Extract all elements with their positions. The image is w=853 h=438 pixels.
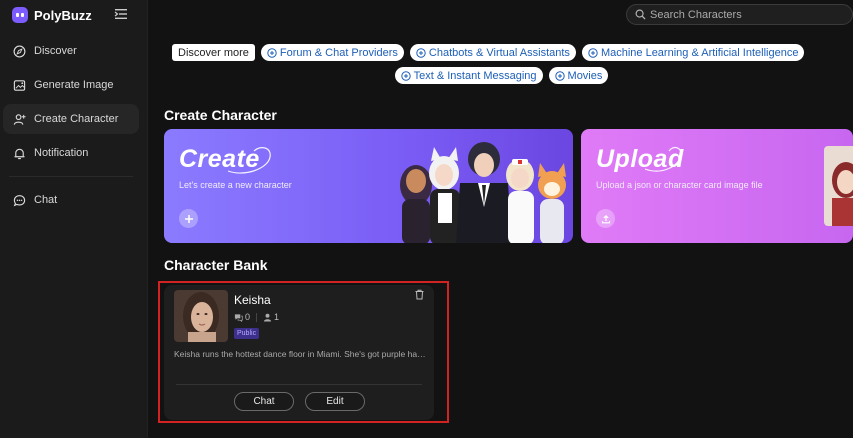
plus-circle-icon: [267, 47, 277, 58]
tag-label: Forum & Chat Providers: [279, 46, 398, 59]
search-input[interactable]: [650, 8, 830, 21]
nav-divider: [9, 176, 133, 177]
chat-count: 0: [245, 312, 251, 322]
sidebar-nav: Discover Generate Image Create Character: [3, 36, 139, 219]
sidebar-item-label: Notification: [34, 147, 89, 159]
tag-label: Chatbots & Virtual Assistants: [428, 46, 570, 59]
tag-forum-chat-providers[interactable]: Forum & Chat Providers: [260, 44, 404, 61]
card-divider: [176, 384, 422, 385]
trash-icon[interactable]: [414, 289, 425, 300]
swirl-decoration: [227, 147, 271, 174]
bell-icon: [14, 148, 25, 159]
sidebar-item-generate-image[interactable]: Generate Image: [3, 70, 139, 100]
chat-button[interactable]: Chat: [234, 392, 294, 411]
tag-label: Discover more: [178, 46, 249, 59]
tag-movies[interactable]: Movies: [548, 67, 609, 84]
image-icon: [13, 79, 26, 91]
edit-button[interactable]: Edit: [305, 392, 365, 411]
character-stats: 0 1: [234, 312, 279, 322]
character-card: Keisha 0 1 Public Keisha runs the hottes…: [164, 285, 434, 420]
upload-button[interactable]: [596, 209, 615, 228]
collapse-menu-icon[interactable]: [114, 7, 128, 21]
search-icon: [635, 9, 646, 20]
stats-separator: [256, 312, 258, 322]
tag-row: Discover more Forum & Chat Providers Cha…: [148, 44, 853, 61]
upload-card-subtitle: Upload a json or character card image fi…: [596, 180, 763, 190]
character-avatar[interactable]: [174, 290, 228, 342]
tag-chatbots-virtual-assistants[interactable]: Chatbots & Virtual Assistants: [409, 44, 576, 61]
tag-machine-learning-ai[interactable]: Machine Learning & Artificial Intelligen…: [581, 44, 805, 61]
create-card-subtitle: Let's create a new character: [179, 180, 292, 190]
sidebar-item-label: Generate Image: [34, 79, 114, 91]
create-card[interactable]: Create Let's create a new character: [164, 129, 573, 243]
plus-circle-icon: [588, 47, 598, 58]
upload-card[interactable]: Upload Upload a json or character card i…: [581, 129, 853, 243]
user-plus-icon: [13, 113, 26, 125]
tag-row: Text & Instant Messaging Movies: [148, 67, 853, 84]
user-count-icon: [263, 313, 272, 322]
plus-circle-icon: [400, 70, 411, 81]
character-card-image: [824, 146, 853, 226]
tag-label: Movies: [567, 69, 603, 82]
category-tags: Discover more Forum & Chat Providers Cha…: [148, 44, 853, 90]
polybuzz-logo-icon: [12, 7, 28, 23]
character-name: Keisha: [234, 293, 271, 307]
sidebar-item-label: Chat: [34, 194, 58, 206]
chat-count-icon: [234, 313, 243, 322]
user-count: 1: [274, 312, 280, 322]
create-character-heading: Create Character: [164, 107, 277, 123]
create-add-button[interactable]: [179, 209, 198, 228]
chat-icon: [13, 194, 26, 206]
tag-label: Text & Instant Messaging: [413, 69, 537, 82]
characters-illustration: [400, 142, 566, 243]
sidebar-item-label: Create Character: [34, 113, 119, 125]
sidebar-item-create-character[interactable]: Create Character: [3, 104, 139, 134]
search-bar[interactable]: [626, 4, 853, 25]
sidebar-item-discover[interactable]: Discover: [3, 36, 139, 66]
sidebar: PolyBuzz Discover Generate Image Create …: [0, 0, 148, 438]
plus-circle-icon: [416, 47, 426, 58]
discover-more-tag[interactable]: Discover more: [172, 44, 255, 61]
brand-name: PolyBuzz: [34, 7, 92, 23]
brand[interactable]: PolyBuzz: [12, 6, 92, 24]
swirl-decoration: [644, 146, 682, 172]
upload-icon: [601, 214, 610, 223]
visibility-badge: Public: [234, 328, 260, 339]
plus-circle-icon: [554, 70, 565, 81]
compass-icon: [13, 45, 26, 57]
tag-label: Machine Learning & Artificial Intelligen…: [600, 46, 799, 59]
sidebar-item-label: Discover: [34, 45, 77, 57]
sidebar-item-notification[interactable]: Notification: [3, 138, 139, 168]
sidebar-item-chat[interactable]: Chat: [3, 185, 139, 215]
tag-text-instant-messaging[interactable]: Text & Instant Messaging: [394, 67, 543, 84]
plus-icon: [184, 214, 193, 223]
character-bank-heading: Character Bank: [164, 257, 268, 273]
character-description: Keisha runs the hottest dance floor in M…: [174, 349, 426, 359]
